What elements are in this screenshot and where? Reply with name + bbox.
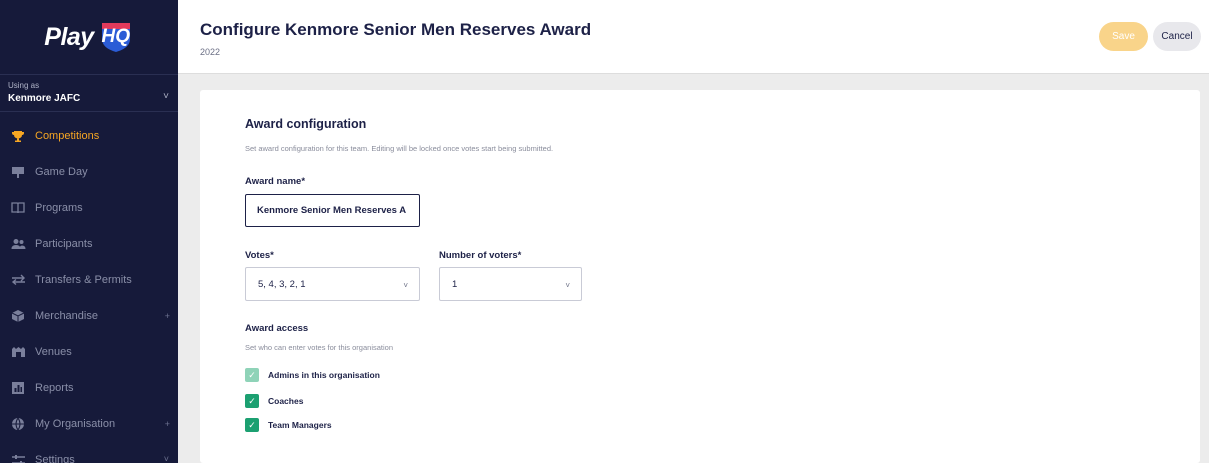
nav-label: Transfers & Permits	[35, 274, 132, 286]
sidebar: Play HQ Using as Kenmore JAFC ˅ Competit…	[0, 0, 178, 463]
nav-item-competitions[interactable]: Competitions	[0, 118, 178, 154]
sliders-icon	[10, 453, 26, 463]
checkbox-admins[interactable]: ✓ Admins in this organisation	[245, 368, 380, 382]
venue-icon	[10, 345, 26, 359]
votes-select[interactable]: 5, 4, 3, 2, 1 ˅	[245, 267, 420, 301]
award-name-label: Award name*	[245, 176, 306, 187]
globe-icon	[10, 417, 26, 431]
book-icon	[10, 201, 26, 215]
nav-label: Venues	[35, 346, 72, 358]
nav-item-transfers[interactable]: Transfers & Permits	[0, 262, 178, 298]
award-access-description: Set who can enter votes for this organis…	[245, 343, 394, 352]
voters-select[interactable]: 1 ˅	[439, 267, 582, 301]
nav-label: My Organisation	[35, 418, 116, 430]
voters-value: 1	[452, 278, 458, 290]
nav-label: Participants	[35, 238, 93, 250]
chevron-down-icon: ˅	[403, 281, 408, 290]
checkbox-coaches[interactable]: ✓ Coaches	[245, 394, 303, 408]
nav-label: Programs	[35, 202, 83, 214]
expand-icon[interactable]: +	[165, 419, 170, 429]
checkbox-team-managers[interactable]: ✓ Team Managers	[245, 418, 332, 432]
playhq-logo[interactable]: Play HQ	[0, 0, 178, 74]
logo-badge: HQ	[98, 21, 134, 53]
page-header: Configure Kenmore Senior Men Reserves Aw…	[178, 0, 1209, 74]
votes-label: Votes*	[245, 250, 274, 261]
check-icon: ✓	[245, 368, 259, 382]
award-config-card: Award configuration Set award configurat…	[200, 90, 1200, 463]
nav-label: Game Day	[35, 166, 88, 178]
nav-item-game-day[interactable]: Game Day	[0, 154, 178, 190]
save-button[interactable]: Save	[1099, 22, 1148, 51]
chevron-down-icon: ˅	[565, 281, 570, 290]
nav-item-participants[interactable]: Participants	[0, 226, 178, 262]
award-name-input[interactable]: Kenmore Senior Men Reserves A	[245, 194, 420, 227]
nav-item-my-organisation[interactable]: My Organisation +	[0, 406, 178, 442]
chevron-down-icon[interactable]: ˅	[164, 454, 169, 463]
check-icon: ✓	[245, 394, 259, 408]
expand-icon[interactable]: +	[165, 311, 170, 321]
check-icon: ✓	[245, 418, 259, 432]
nav-item-merchandise[interactable]: Merchandise +	[0, 298, 178, 334]
checkbox-label: Coaches	[268, 396, 304, 406]
award-access-title: Award access	[245, 323, 309, 334]
nav-label: Settings	[35, 454, 75, 463]
reports-icon	[10, 381, 26, 395]
nav-item-programs[interactable]: Programs	[0, 190, 178, 226]
nav-item-venues[interactable]: Venues	[0, 334, 178, 370]
section-description: Set award configuration for this team. E…	[245, 144, 554, 153]
voters-label: Number of voters*	[439, 250, 522, 261]
nav-item-reports[interactable]: Reports	[0, 370, 178, 406]
org-switcher[interactable]: Using as Kenmore JAFC ˅	[0, 74, 178, 112]
logo-badge-text: HQ	[101, 26, 130, 47]
page-subtitle: 2022	[200, 47, 221, 57]
main-nav: Competitions Game Day Programs Participa…	[0, 118, 178, 463]
page-title: Configure Kenmore Senior Men Reserves Aw…	[200, 20, 592, 39]
checkbox-label: Team Managers	[268, 420, 332, 430]
transfer-icon	[10, 273, 26, 287]
game-day-icon	[10, 165, 26, 179]
org-name: Kenmore JAFC	[8, 93, 81, 104]
checkbox-label: Admins in this organisation	[268, 370, 380, 380]
votes-value: 5, 4, 3, 2, 1	[258, 278, 306, 290]
trophy-icon	[10, 129, 26, 143]
nav-item-settings[interactable]: Settings ˅	[0, 442, 178, 463]
nav-label: Competitions	[35, 130, 100, 142]
logo-text: Play	[44, 22, 94, 51]
using-as-label: Using as	[8, 81, 40, 90]
nav-label: Reports	[35, 382, 74, 394]
box-icon	[10, 309, 26, 323]
people-icon	[10, 237, 26, 251]
chevron-down-icon: ˅	[163, 91, 169, 102]
nav-label: Merchandise	[35, 310, 98, 322]
cancel-button[interactable]: Cancel	[1153, 22, 1201, 51]
section-title: Award configuration	[245, 117, 367, 131]
